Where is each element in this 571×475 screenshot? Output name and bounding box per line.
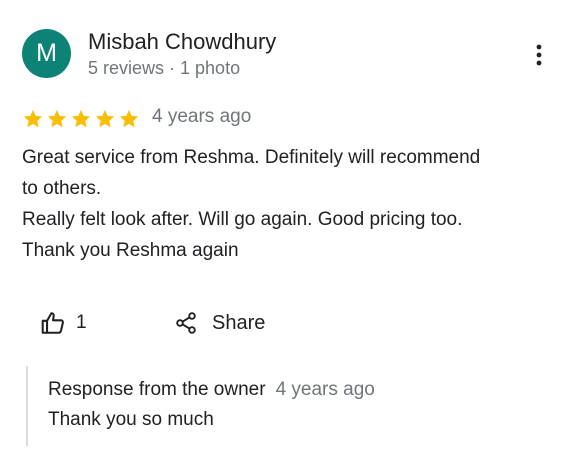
review-card: M Misbah Chowdhury 5 reviews · 1 photo 4… <box>0 0 571 475</box>
avatar-initial: M <box>36 39 57 67</box>
review-date: 4 years ago <box>152 106 252 127</box>
review-text-line: Thank you Reshma again <box>22 240 239 261</box>
owner-response-title: Response from the owner <box>48 379 266 400</box>
thumbs-up-icon <box>41 312 64 334</box>
star-icon <box>71 109 91 128</box>
reviewer-meta: 5 reviews · 1 photo <box>88 58 241 78</box>
review-text-line: Really felt look after. Will go again. G… <box>22 209 463 230</box>
share-label: Share <box>212 311 266 334</box>
owner-response-date: 4 years ago <box>275 379 375 400</box>
vertical-ellipsis-icon <box>536 44 542 66</box>
review-text-line: to others. <box>22 178 102 199</box>
reviewer-name[interactable]: Misbah Chowdhury <box>88 29 276 55</box>
share-icon <box>176 312 196 334</box>
owner-response: Response from the owner 4 years ago Thank… <box>26 366 548 446</box>
star-rating <box>22 107 142 131</box>
avatar[interactable]: M <box>22 29 71 78</box>
review-text-line: Great service from Reshma. Definitely wi… <box>22 147 481 168</box>
star-icon <box>23 109 43 128</box>
star-icon <box>47 109 67 128</box>
like-count: 1 <box>76 312 87 333</box>
star-icon <box>119 109 139 128</box>
share-button[interactable]: Share <box>174 306 265 340</box>
owner-response-header: Response from the owner 4 years ago <box>48 379 375 401</box>
more-options-button[interactable] <box>526 42 552 68</box>
star-icon <box>95 109 115 128</box>
review-text: Great service from Reshma. Definitely wi… <box>22 142 562 266</box>
owner-response-text: Thank you so much <box>48 409 214 430</box>
like-button[interactable]: 1 <box>40 306 87 340</box>
